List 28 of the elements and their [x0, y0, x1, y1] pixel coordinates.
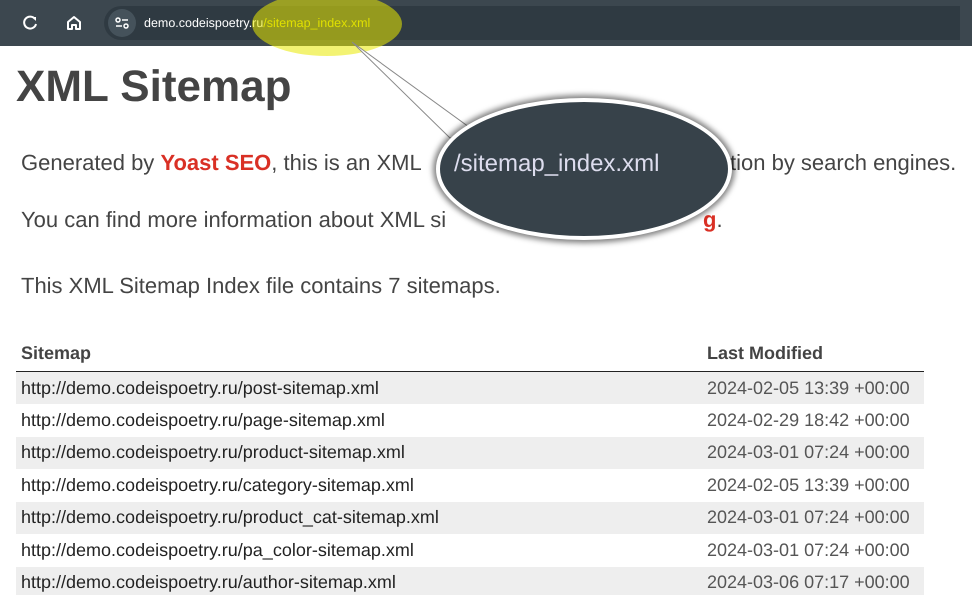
sitemap-link[interactable]: http://demo.codeispoetry.ru/page-sitemap.xml [21, 410, 385, 430]
intro-text: Generated by Yoast SEO, this is an XML [21, 149, 423, 177]
url-path: /sitemap_index.xml [263, 16, 370, 30]
date-text: 2024-03-01 07:24 +00:00 [707, 507, 910, 528]
address-bar[interactable]: demo.codeispoetry.ru/sitemap_index.xml [104, 6, 960, 40]
callout-url-text: /sitemap_index.xml [454, 149, 660, 179]
date-text: 2024-03-01 07:24 +00:00 [707, 540, 910, 560]
column-header: Sitemap [16, 336, 702, 372]
sitemap-link[interactable]: http://demo.codeispoetry.ru/product_cat-sitemap.xml [21, 507, 439, 528]
info-text: You can find more information about XML si [21, 206, 448, 234]
sitemap-link[interactable]: http://demo.codeispoetry.ru/author-sitemap.xml [21, 572, 396, 592]
site-settings-icon[interactable] [108, 9, 136, 37]
sitemap-count-text: This XML Sitemap Index file contains 7 sitemaps. [21, 272, 502, 300]
page-title: XML Sitemap [16, 62, 292, 112]
sitemap-link[interactable]: http://demo.codeispoetry.ru/product-sitemap.xml [21, 442, 405, 462]
home-icon[interactable] [64, 13, 84, 33]
sitemap-link[interactable]: http://demo.codeispoetry.ru/post-sitemap.xml [21, 378, 379, 398]
info-text: . [716, 206, 723, 234]
sitemap-link[interactable]: http://demo.codeispoetry.ru/category-sitemap.xml [21, 474, 414, 495]
url-host: demo.codeispoetry.ru [144, 16, 264, 30]
date-text: 2024-03-06 07:17 +00:00 [707, 572, 910, 592]
intro-text: tion by search engines. [730, 149, 956, 177]
date-text: 2024-02-29 18:42 +00:00 [707, 410, 910, 430]
date-text: 2024-02-05 13:39 +00:00 [707, 474, 910, 495]
date-text: 2024-03-01 07:24 +00:00 [707, 442, 910, 462]
column-header: Last Modified [702, 336, 924, 372]
date-text: 2024-02-05 13:39 +00:00 [707, 378, 910, 398]
sitemap-link[interactable]: http://demo.codeispoetry.ru/pa_color-sitemap.xml [21, 540, 414, 560]
